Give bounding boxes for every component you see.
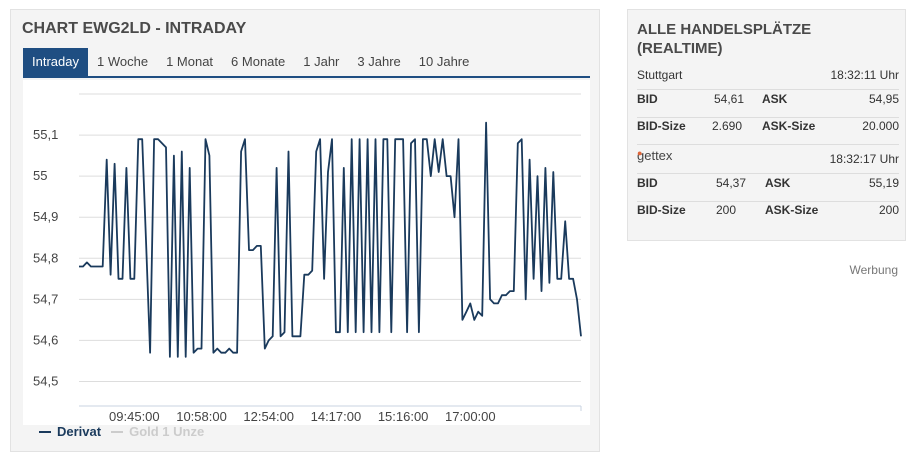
y-tick-label: 54,5	[33, 373, 58, 388]
stuttgart-exchange: Stuttgart	[637, 68, 683, 82]
gettex-ask-label: ASK	[765, 176, 791, 190]
timeframe-tabs: Intraday 1 Woche 1 Monat 6 Monate 1 Jahr…	[23, 48, 590, 78]
gettex-bid-size-label: BID-Size	[637, 203, 686, 217]
y-tick-label: 55,1	[33, 127, 58, 142]
gettex-bid-row: BID 54,37 ASK 55,19	[637, 176, 899, 202]
tab-3-jahre[interactable]: 3 Jahre	[348, 48, 409, 76]
price-chart[interactable]: 54,5 54,6 54,7 54,8 54,9 55 55,1 09:45:00 10:58:…	[23, 80, 590, 425]
quote-title: ALLE HANDELSPLÄTZE (REALTIME)	[637, 21, 812, 57]
stuttgart-bid-size-label: BID-Size	[637, 119, 686, 133]
chart-legend: Derivat Gold 1 Unze	[39, 424, 204, 439]
stuttgart-bid-label: BID	[637, 92, 658, 106]
x-tick-label: 15:16:00	[378, 409, 429, 424]
chart-title: CHART EWG2LD - INTRADAY	[22, 20, 247, 37]
x-tick-label: 10:58:00	[176, 409, 227, 424]
tab-6-monate[interactable]: 6 Monate	[222, 48, 294, 76]
quote-panel: ALLE HANDELSPLÄTZE (REALTIME) Stuttgart …	[627, 9, 906, 241]
y-tick-label: 54,9	[33, 209, 58, 224]
x-tick-label: 09:45:00	[109, 409, 160, 424]
gettex-ask-value: 55,19	[868, 176, 899, 190]
gettex-ask-size-value: 200	[878, 203, 899, 217]
stuttgart-ask-value: 54,95	[868, 92, 899, 106]
tab-intraday[interactable]: Intraday	[23, 48, 88, 76]
stuttgart-header-row: Stuttgart 18:32:11 Uhr	[637, 68, 899, 90]
gettex-size-row: BID-Size 200 ASK-Size 200	[637, 203, 899, 229]
gettex-time: 18:32:17 Uhr	[829, 152, 899, 166]
x-tick-label: 14:17:00	[311, 409, 362, 424]
tab-10-jahre[interactable]: 10 Jahre	[410, 48, 479, 76]
stuttgart-ask-size-label: ASK-Size	[762, 119, 816, 133]
stuttgart-bid-size-value: 2.690	[712, 119, 743, 133]
gettex-header-row: gettex ● 18:32:17 Uhr	[637, 148, 899, 174]
stuttgart-bid-value: 54,61	[714, 92, 745, 106]
x-tick-label: 17:00:00	[445, 409, 496, 424]
tab-1-jahr[interactable]: 1 Jahr	[294, 48, 348, 76]
gettex-bid-size-value: 200	[716, 203, 737, 217]
legend-derivat[interactable]: Derivat	[39, 424, 101, 439]
chart-panel: CHART EWG2LD - INTRADAY Intraday 1 Woche…	[10, 9, 600, 452]
legend-derivat-label: Derivat	[57, 424, 102, 439]
y-tick-label: 54,7	[33, 291, 58, 306]
x-tick-label: 12:54:00	[243, 409, 294, 424]
gettex-bid-label: BID	[637, 176, 658, 190]
stuttgart-time: 18:32:11 Uhr	[830, 68, 900, 82]
werbung-label: Werbung	[849, 263, 898, 277]
legend-derivat-swatch	[39, 430, 51, 433]
legend-gold[interactable]: Gold 1 Unze	[111, 424, 204, 439]
stuttgart-ask-size-value: 20.000	[862, 119, 899, 133]
tab-1-monat[interactable]: 1 Monat	[157, 48, 222, 76]
stuttgart-bid-row: BID 54,61 ASK 54,95	[637, 92, 899, 118]
gettex-star-icon: ●	[637, 148, 643, 158]
stuttgart-ask-label: ASK	[762, 92, 788, 106]
tab-1-woche[interactable]: 1 Woche	[88, 48, 157, 76]
y-tick-label: 54,6	[33, 332, 58, 347]
gettex-bid-value: 54,37	[716, 176, 747, 190]
stuttgart-size-row: BID-Size 2.690 ASK-Size 20.000	[637, 119, 899, 145]
legend-gold-swatch	[111, 430, 124, 433]
y-tick-label: 54,8	[33, 250, 58, 265]
legend-gold-label: Gold 1 Unze	[129, 424, 205, 439]
series-line-derivat	[79, 121, 582, 358]
plot-area: 54,5 54,6 54,7 54,8 54,9 55 55,1 09:45:00 10:58:…	[23, 80, 590, 425]
gettex-ask-size-label: ASK-Size	[765, 203, 819, 217]
y-tick-label: 55	[33, 168, 47, 183]
